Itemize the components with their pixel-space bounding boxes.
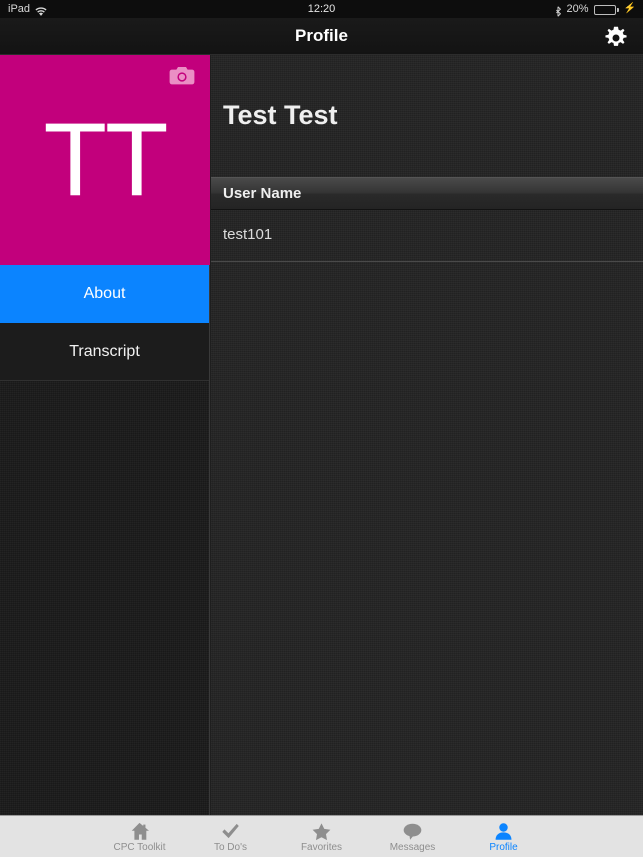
profile-name: Test Test xyxy=(223,100,338,130)
tab-cpc-toolkit[interactable]: CPC Toolkit xyxy=(94,816,185,857)
battery-cap xyxy=(616,8,619,12)
bluetooth-icon xyxy=(555,5,562,17)
lightning-bolt-icon: ⚡ xyxy=(623,3,636,14)
sidebar-item-about[interactable]: About xyxy=(0,265,209,323)
content-panel: Test Test User Name test101 xyxy=(211,55,643,815)
battery-percent-label: 20% xyxy=(566,3,589,15)
battery-icon xyxy=(593,5,616,15)
tab-label: Messages xyxy=(389,842,436,853)
tab-favorites[interactable]: Favorites xyxy=(276,816,367,857)
tab-label: To Do's xyxy=(213,842,248,853)
home-icon xyxy=(129,820,150,841)
status-bar: iPad 12:20 20% ⚡ xyxy=(0,0,643,18)
person-icon xyxy=(493,820,514,841)
sidebar-item-label: About xyxy=(83,285,126,302)
star-icon xyxy=(311,820,332,841)
section-header-user-name: User Name xyxy=(211,177,643,210)
tab-label: Profile xyxy=(489,842,518,853)
tab-messages[interactable]: Messages xyxy=(367,816,458,857)
checkmark-icon xyxy=(220,820,241,841)
tab-to-dos[interactable]: To Do's xyxy=(185,816,276,857)
tab-profile[interactable]: Profile xyxy=(458,816,549,857)
tab-label: CPC Toolkit xyxy=(113,842,166,853)
field-separator xyxy=(211,261,643,262)
field-row-user-name[interactable]: test101 xyxy=(211,210,643,261)
sidebar: TT About Transcript xyxy=(0,55,210,815)
section-header-label: User Name xyxy=(223,185,302,202)
sidebar-item-label: Transcript xyxy=(69,343,140,360)
avatar[interactable]: TT xyxy=(0,55,210,265)
ipad-profile-screen: iPad 12:20 20% ⚡ Profile TT About Transc… xyxy=(0,0,643,857)
field-value: test101 xyxy=(223,226,273,243)
speech-bubble-icon xyxy=(402,820,423,841)
tab-label: Favorites xyxy=(300,842,343,853)
gear-icon[interactable] xyxy=(603,25,629,51)
status-bar-right: 20% ⚡ xyxy=(555,0,636,18)
status-bar-time: 12:20 xyxy=(307,3,336,15)
tab-bar: CPC Toolkit To Do's Favorites Messages P… xyxy=(0,815,643,857)
page-title: Profile xyxy=(295,26,348,45)
camera-icon[interactable] xyxy=(168,65,196,87)
navigation-bar: Profile xyxy=(0,18,643,55)
sidebar-item-transcript[interactable]: Transcript xyxy=(0,323,209,381)
